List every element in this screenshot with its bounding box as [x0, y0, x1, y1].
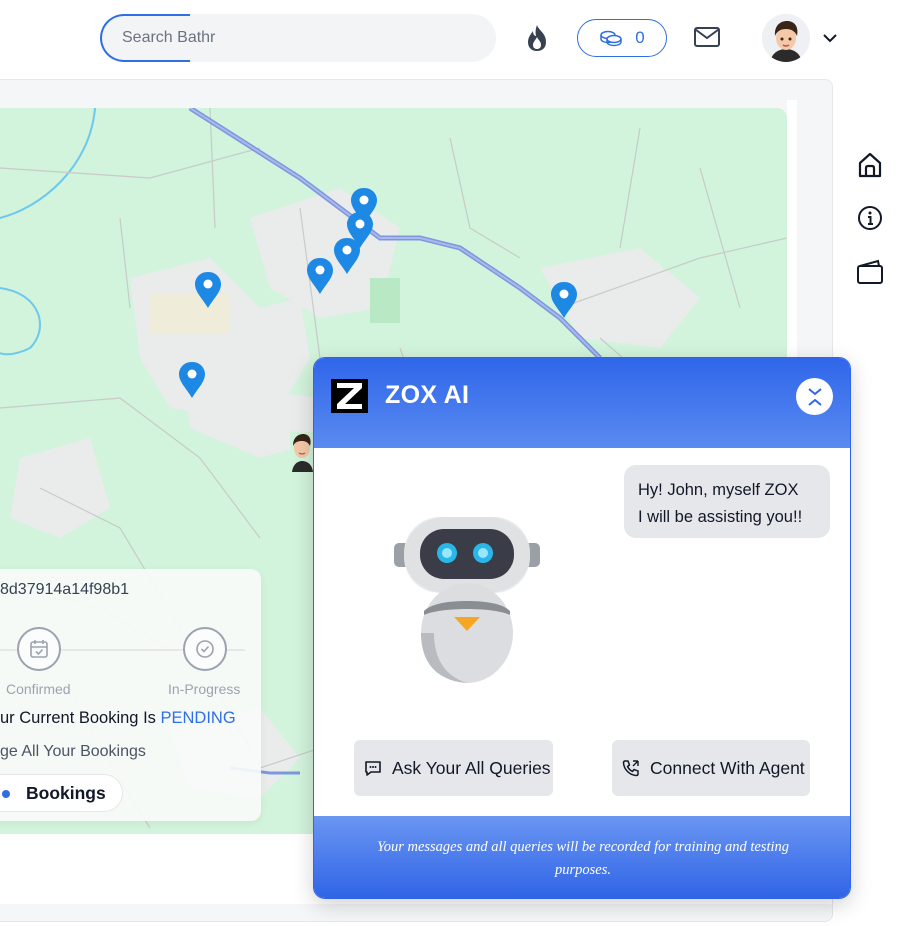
collapse-chat-button[interactable]	[796, 378, 833, 415]
coins-icon	[600, 30, 623, 47]
chat-bubble-icon	[365, 761, 381, 776]
robot-icon	[394, 517, 540, 683]
search-bar[interactable]	[100, 14, 496, 62]
info-icon[interactable]	[856, 204, 884, 232]
chat-title: ZOX AI	[385, 381, 470, 409]
connect-agent-label: Connect With Agent	[650, 757, 805, 778]
search-input[interactable]	[122, 26, 482, 50]
top-bar: 0	[0, 0, 904, 76]
step-confirmed-icon	[17, 627, 61, 671]
bookings-dot	[2, 790, 10, 798]
wallet-icon[interactable]	[856, 258, 884, 286]
status-prefix: ur Current Booking Is	[0, 709, 161, 727]
bookings-button[interactable]: Bookings	[0, 774, 123, 812]
check-circle-icon	[196, 640, 214, 658]
status-badge: PENDING	[160, 709, 236, 727]
flame-icon[interactable]	[522, 23, 552, 53]
step-label-confirmed: Confirmed	[6, 681, 71, 697]
bookings-button-label: Bookings	[26, 783, 106, 803]
bot-message-bubble: Hy! John, myself ZOX I will be assisting…	[624, 465, 830, 538]
chat-disclaimer: Your messages and all queries will be re…	[314, 816, 850, 898]
step-inprogress-icon	[183, 627, 227, 671]
step-label-inprogress: In-Progress	[168, 681, 241, 697]
avatar[interactable]	[762, 14, 810, 62]
coins-button[interactable]: 0	[577, 19, 667, 57]
home-icon[interactable]	[856, 151, 884, 179]
phone-icon	[622, 760, 639, 777]
coins-count: 0	[635, 28, 645, 47]
chevron-down-icon[interactable]	[822, 31, 838, 45]
booking-status-text: ur Current Booking Is PENDING	[0, 709, 236, 728]
collapse-icon	[807, 387, 822, 406]
booking-card: 8d37914a14f98b1 Confirmed In-Progress ur…	[0, 569, 261, 821]
bot-message-line-2: I will be assisting you!!	[638, 508, 803, 526]
calendar-check-icon	[30, 640, 48, 658]
mail-icon[interactable]	[693, 25, 721, 49]
connect-agent-button[interactable]: Connect With Agent	[612, 740, 810, 796]
ask-queries-button[interactable]: Ask Your All Queries	[354, 740, 553, 796]
bot-message-line-1: Hy! John, myself ZOX	[638, 481, 799, 499]
booking-id: 8d37914a14f98b1	[0, 581, 130, 598]
ask-queries-label: Ask Your All Queries	[392, 757, 551, 778]
zox-ai-chat: ZOX AI Hy! John, myself ZOX I will be as…	[313, 357, 851, 899]
chat-header: ZOX AI	[314, 358, 850, 448]
zox-logo-icon	[331, 379, 368, 413]
manage-bookings-text: ge All Your Bookings	[0, 743, 146, 760]
